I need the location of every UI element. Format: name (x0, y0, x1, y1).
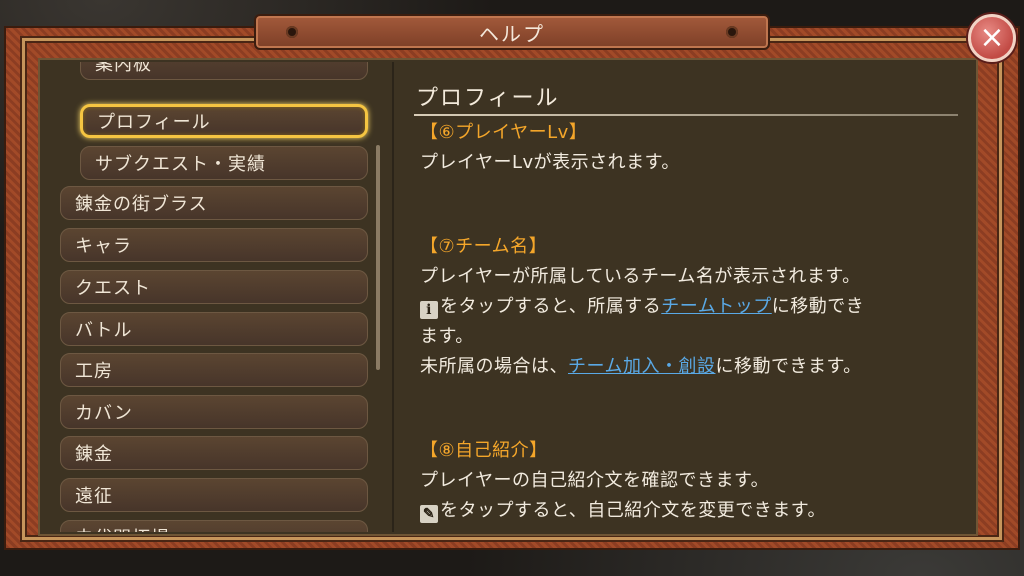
list-item-quest[interactable]: クエスト (60, 270, 368, 304)
bolt-icon (286, 26, 298, 38)
list-item-bag[interactable]: カバン (60, 395, 368, 429)
section-text: ✎ をタップすると、自己紹介文を変更できます。 (420, 496, 826, 526)
team-join-create-link[interactable]: チーム加入・創設 (568, 356, 715, 377)
section-text: プレイヤーが所属しているチーム名が表示されます。 (420, 266, 861, 287)
list-item-battle[interactable]: バトル (60, 312, 368, 346)
section-player-level: 【⑥プレイヤーLv】 プレイヤーLvが表示されます。 (420, 118, 680, 178)
page-title: プロフィール (416, 86, 560, 111)
team-top-link[interactable]: チームトップ (661, 296, 771, 317)
list-item-profile[interactable]: プロフィール (80, 104, 368, 138)
section-heading: 【⑦チーム名】 (420, 236, 548, 257)
list-item-character[interactable]: キャラ (60, 228, 368, 262)
edit-pen-icon[interactable]: ✎ (420, 505, 438, 523)
panel-divider (392, 62, 394, 532)
section-team-name: 【⑦チーム名】 プレイヤーが所属しているチーム名が表示されます。 i をタップする… (420, 232, 864, 382)
window-title: ヘルプ (479, 21, 545, 46)
close-icon: × (979, 20, 1005, 55)
title-plate: ヘルプ (254, 14, 770, 50)
bolt-icon (726, 26, 738, 38)
list-item-subquest-achievements[interactable]: サブクエスト・実績 (80, 146, 368, 180)
help-content[interactable]: プロフィール 【⑥プレイヤーLv】 プレイヤーLvが表示されます。 【⑦チーム名… (402, 62, 972, 532)
list-scrollbar[interactable] (376, 145, 380, 370)
list-item-guide-board[interactable]: 案内板 (80, 62, 368, 80)
section-heading: 【⑧自己紹介】 (420, 440, 548, 461)
info-icon[interactable]: i (420, 301, 438, 319)
section-self-introduction: 【⑧自己紹介】 プレイヤーの自己紹介文を確認できます。 ✎ をタップすると、自己紹… (420, 436, 826, 526)
section-text: 未所属の場合は、チーム加入・創設に移動できます。 (420, 356, 862, 377)
list-item-alchemy[interactable]: 錬金 (60, 436, 368, 470)
section-heading: 【⑥プレイヤーLv】 (420, 122, 588, 143)
list-item-expedition[interactable]: 遠征 (60, 478, 368, 512)
list-item-workshop[interactable]: 工房 (60, 353, 368, 387)
title-divider (414, 114, 958, 116)
list-item-frontier[interactable]: 未代開拓場 (60, 520, 368, 532)
help-topic-list[interactable]: 案内板 プロフィール サブクエスト・実績 錬金の街ブラス キャラ クエスト バト… (48, 62, 388, 532)
section-text: i をタップすると、所属するチームトップに移動でき (420, 292, 864, 322)
section-text: プレイヤーLvが表示されます。 (420, 152, 680, 173)
section-text: プレイヤーの自己紹介文を確認できます。 (420, 470, 770, 491)
section-text: ます。 (420, 326, 474, 347)
list-item-town-brass[interactable]: 錬金の街ブラス (60, 186, 368, 220)
close-button[interactable]: × (968, 14, 1016, 62)
